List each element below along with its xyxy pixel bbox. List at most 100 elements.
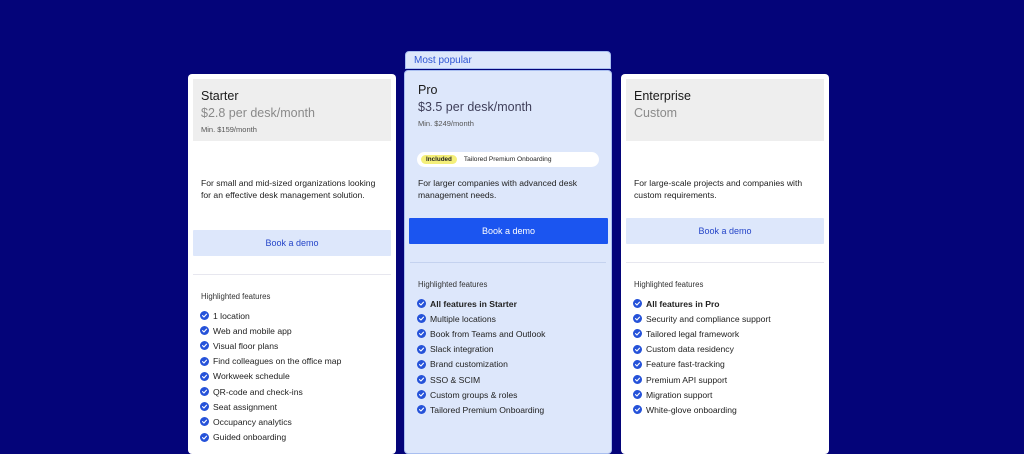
plan-header: Pro $3.5 per desk/month Min. $249/month	[410, 73, 606, 135]
feature-item: QR-code and check-ins	[200, 384, 341, 399]
feature-label: Visual floor plans	[213, 340, 279, 351]
checkmark-icon	[200, 417, 209, 427]
plan-price: $2.8 per desk/month	[201, 106, 315, 120]
feature-label: Feature fast-tracking	[646, 359, 725, 370]
feature-label: Premium API support	[646, 374, 728, 385]
plan-description: For small and mid-sized organizations lo…	[201, 178, 376, 200]
checkmark-icon	[200, 402, 209, 412]
plan-card-enterprise: Enterprise Custom For large-scale projec…	[621, 74, 829, 454]
feature-item: Visual floor plans	[200, 338, 341, 353]
feature-item: Web and mobile app	[200, 323, 341, 338]
divider	[626, 262, 824, 263]
feature-label: Guided onboarding	[213, 432, 287, 443]
plan-price: $3.5 per desk/month	[418, 100, 532, 114]
checkmark-icon	[200, 311, 209, 321]
feature-item: Book from Teams and Outlook	[417, 326, 545, 341]
checkmark-icon	[200, 341, 209, 351]
feature-item: Occupancy analytics	[200, 414, 341, 429]
checkmark-icon	[200, 387, 209, 397]
feature-item: SSO & SCIM	[417, 372, 545, 387]
plan-card-pro: Pro $3.5 per desk/month Min. $249/month …	[404, 70, 612, 454]
feature-label: Custom data residency	[646, 344, 734, 355]
feature-item: Workweek schedule	[200, 369, 341, 384]
plan-header: Starter $2.8 per desk/month Min. $159/mo…	[193, 79, 391, 141]
checkmark-icon	[633, 359, 642, 369]
feature-label: Workweek schedule	[213, 371, 290, 382]
feature-label: Multiple locations	[430, 313, 496, 324]
feature-label: Tailored Premium Onboarding	[430, 404, 545, 415]
feature-item: 1 location	[200, 308, 341, 323]
plan-description: For large-scale projects and companies w…	[634, 178, 803, 200]
feature-item: Tailored legal framework	[633, 326, 771, 341]
checkmark-icon	[417, 314, 426, 324]
checkmark-icon	[633, 329, 642, 339]
feature-label: Security and compliance support	[646, 313, 771, 324]
most-popular-label: Most popular	[414, 55, 472, 66]
plan-price: Custom	[634, 106, 678, 120]
feature-label: All features in Starter	[430, 298, 517, 309]
feature-list: 1 location Web and mobile app Visual floor…	[200, 308, 341, 445]
feature-label: Occupancy analytics	[213, 416, 292, 427]
divider	[193, 274, 391, 275]
feature-item: All features in Starter	[417, 296, 545, 311]
plan-description: For larger companies with advanced desk …	[418, 178, 578, 200]
feature-label: Migration support	[646, 389, 713, 400]
checkmark-icon	[200, 326, 209, 336]
plan-name: Pro	[418, 83, 438, 97]
features-heading: Highlighted features	[634, 280, 704, 289]
checkmark-icon	[417, 359, 426, 369]
feature-list: All features in Starter Multiple location…	[417, 296, 545, 418]
feature-item: Find colleagues on the office map	[200, 354, 341, 369]
book-demo-button[interactable]: Book a demo	[626, 218, 824, 244]
checkmark-icon	[417, 329, 426, 339]
feature-label: SSO & SCIM	[430, 374, 481, 385]
checkmark-icon	[633, 344, 642, 354]
feature-item: Security and compliance support	[633, 311, 771, 326]
book-demo-button[interactable]: Book a demo	[193, 230, 391, 256]
feature-label: Brand customization	[430, 359, 508, 370]
book-demo-button[interactable]: Book a demo	[409, 218, 608, 244]
feature-label: Seat assignment	[213, 401, 278, 412]
feature-list: All features in Pro Security and complian…	[633, 296, 771, 418]
checkmark-icon	[417, 405, 426, 415]
checkmark-icon	[417, 344, 426, 354]
checkmark-icon	[633, 390, 642, 400]
features-heading: Highlighted features	[418, 280, 488, 289]
feature-label: Find colleagues on the office map	[213, 356, 342, 367]
feature-item: All features in Pro	[633, 296, 771, 311]
checkmark-icon	[417, 375, 426, 385]
feature-item: Seat assignment	[200, 399, 341, 414]
checkmark-icon	[200, 356, 209, 366]
feature-item: Guided onboarding	[200, 430, 341, 445]
feature-item: Tailored Premium Onboarding	[417, 402, 545, 417]
checkmark-icon	[633, 299, 642, 309]
plan-name: Enterprise	[634, 89, 691, 103]
feature-item: Migration support	[633, 387, 771, 402]
included-badge: Included	[421, 155, 457, 164]
feature-label: Tailored legal framework	[646, 328, 740, 339]
feature-label: 1 location	[213, 310, 250, 321]
checkmark-icon	[200, 371, 209, 381]
feature-item: Custom data residency	[633, 342, 771, 357]
included-onboarding-pill: Included Tailored Premium Onboarding	[417, 152, 599, 167]
feature-item: Slack integration	[417, 342, 545, 357]
feature-item: White-glove onboarding	[633, 402, 771, 417]
feature-label: Book from Teams and Outlook	[430, 328, 546, 339]
feature-label: All features in Pro	[646, 298, 720, 309]
feature-item: Brand customization	[417, 357, 545, 372]
checkmark-icon	[633, 314, 642, 324]
checkmark-icon	[200, 432, 209, 442]
checkmark-icon	[633, 405, 642, 415]
checkmark-icon	[417, 390, 426, 400]
most-popular-tab: Most popular	[405, 51, 611, 69]
plan-card-starter: Starter $2.8 per desk/month Min. $159/mo…	[188, 74, 396, 454]
feature-item: Premium API support	[633, 372, 771, 387]
feature-item: Multiple locations	[417, 311, 545, 326]
checkmark-icon	[417, 299, 426, 309]
plan-minimum: Min. $249/month	[418, 119, 474, 128]
features-heading: Highlighted features	[201, 292, 271, 301]
checkmark-icon	[633, 375, 642, 385]
included-text: Tailored Premium Onboarding	[463, 156, 552, 163]
feature-label: Custom groups & roles	[430, 389, 518, 400]
plan-name: Starter	[201, 89, 239, 103]
